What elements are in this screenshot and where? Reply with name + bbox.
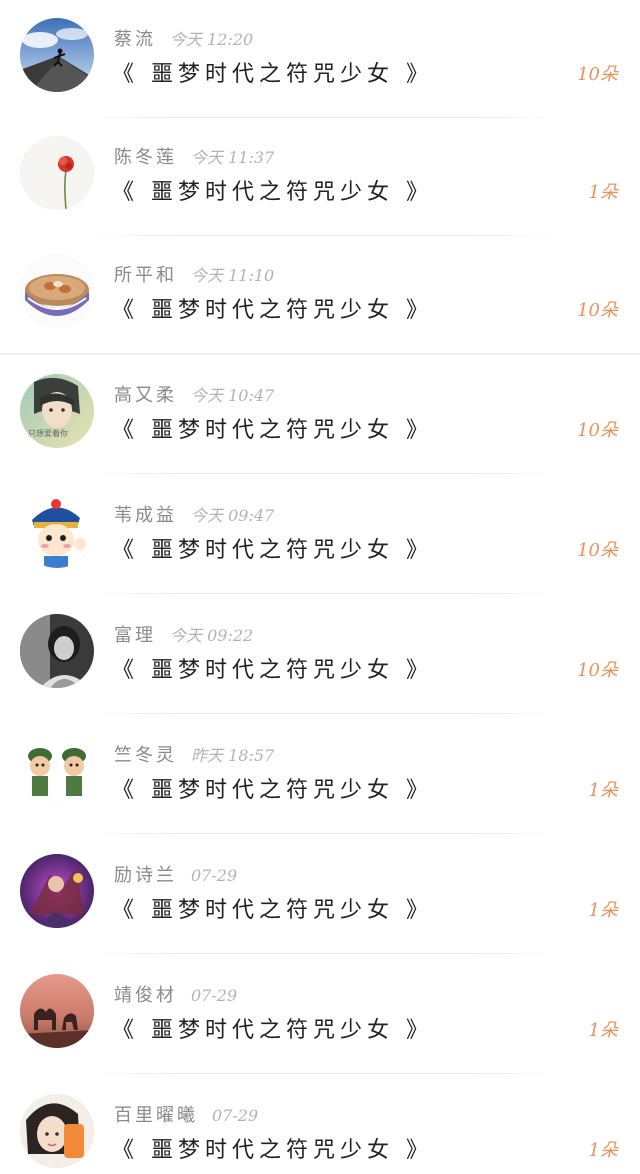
book-title[interactable]: 《 噩梦时代之符咒少女 》 <box>112 772 433 804</box>
book-title[interactable]: 《 噩梦时代之符咒少女 》 <box>112 1132 433 1164</box>
send-time: 今天 11:10 <box>191 266 275 285</box>
flower-count: 1朵 <box>588 1020 618 1041</box>
send-time: 今天 09:47 <box>191 506 275 525</box>
girl-selfie-avatar[interactable] <box>20 1094 94 1168</box>
book-title[interactable]: 《 噩梦时代之符咒少女 》 <box>112 174 433 206</box>
divider <box>88 593 558 594</box>
flower-count: 10朵 <box>577 660 618 681</box>
avatar-caption: 只想爱着你 <box>28 428 68 438</box>
send-time: 07-29 <box>191 866 238 885</box>
flower-count: 10朵 <box>577 420 618 441</box>
sender-name: 励诗兰 07-29 <box>114 861 237 887</box>
list-item[interactable]: 励诗兰 07-29 《 噩梦时代之符咒少女 》 1朵 <box>0 836 640 956</box>
gift-record-list: 蔡流 今天 12:20 《 噩梦时代之符咒少女 》 10朵 陈冬莲 今天 11:37… <box>0 0 640 1174</box>
book-title[interactable]: 《 噩梦时代之符咒少女 》 <box>112 892 433 924</box>
divider <box>88 713 558 714</box>
sender-name-text: 陈冬莲 <box>114 147 177 168</box>
book-title[interactable]: 《 噩梦时代之符咒少女 》 <box>112 652 433 684</box>
book-title[interactable]: 《 噩梦时代之符咒少女 》 <box>112 1012 433 1044</box>
sender-name-text: 所平和 <box>114 265 177 286</box>
flower-count: 1朵 <box>588 1140 618 1161</box>
flower-count: 10朵 <box>577 64 618 85</box>
send-time: 07-29 <box>191 986 238 1005</box>
flower-count: 10朵 <box>577 300 618 321</box>
list-item[interactable]: 所平和 今天 11:10 《 噩梦时代之符咒少女 》 10朵 <box>0 236 640 356</box>
list-item[interactable]: 靖俊材 07-29 《 噩梦时代之符咒少女 》 1朵 <box>0 956 640 1076</box>
bowl-avatar[interactable] <box>20 254 94 328</box>
divider <box>88 953 558 954</box>
sender-name-text: 高又柔 <box>114 385 177 406</box>
sender-name: 所平和 今天 11:10 <box>114 261 274 287</box>
sender-name-text: 竺冬灵 <box>114 745 177 766</box>
flower-count: 1朵 <box>588 780 618 801</box>
list-item[interactable]: 只想爱着你 高又柔 今天 10:47 《 噩梦时代之符咒少女 》 10朵 <box>0 356 640 476</box>
sender-name: 竺冬灵 昨天 18:57 <box>114 741 274 767</box>
send-time: 今天 11:37 <box>191 148 275 167</box>
sender-name: 蔡流 今天 12:20 <box>114 25 253 51</box>
flower-count: 1朵 <box>588 182 618 203</box>
sender-name: 苇成益 今天 09:47 <box>114 501 274 527</box>
send-time: 今天 10:47 <box>191 386 275 405</box>
sender-name: 陈冬莲 今天 11:37 <box>114 143 274 169</box>
list-item[interactable]: 竺冬灵 昨天 18:57 《 噩梦时代之符咒少女 》 1朵 <box>0 716 640 836</box>
book-title[interactable]: 《 噩梦时代之符咒少女 》 <box>112 532 433 564</box>
mountain-climber-avatar[interactable] <box>20 18 94 92</box>
cartoon-boy-avatar[interactable] <box>20 494 94 568</box>
book-title[interactable]: 《 噩梦时代之符咒少女 》 <box>112 412 433 444</box>
sender-name: 富理 今天 09:22 <box>114 621 253 647</box>
list-item[interactable]: 陈冬莲 今天 11:37 《 噩梦时代之符咒少女 》 1朵 <box>0 118 640 238</box>
soldier-dolls-avatar[interactable] <box>20 734 94 808</box>
divider <box>88 1073 558 1074</box>
book-title[interactable]: 《 噩梦时代之符咒少女 》 <box>112 292 433 324</box>
sender-name-text: 蔡流 <box>114 29 156 50</box>
list-item[interactable]: 蔡流 今天 12:20 《 噩梦时代之符咒少女 》 10朵 <box>0 0 640 120</box>
girl-photo-avatar[interactable]: 只想爱着你 <box>20 374 94 448</box>
send-time: 07-29 <box>212 1106 259 1125</box>
send-time: 今天 12:20 <box>170 30 254 49</box>
game-art-avatar[interactable] <box>20 854 94 928</box>
sender-name-text: 苇成益 <box>114 505 177 526</box>
list-item[interactable]: 苇成益 今天 09:47 《 噩梦时代之符咒少女 》 10朵 <box>0 476 640 596</box>
list-item[interactable]: 百里曜曦 07-29 《 噩梦时代之符咒少女 》 1朵 <box>0 1076 640 1174</box>
send-time: 昨天 18:57 <box>191 746 275 765</box>
sender-name: 靖俊材 07-29 <box>114 981 237 1007</box>
sender-name: 百里曜曦 07-29 <box>114 1101 258 1127</box>
bw-portrait-avatar[interactable] <box>20 614 94 688</box>
section-divider <box>0 353 640 355</box>
divider <box>88 833 558 834</box>
divider <box>88 473 558 474</box>
list-item[interactable]: 富理 今天 09:22 《 噩梦时代之符咒少女 》 10朵 <box>0 596 640 716</box>
send-time: 今天 09:22 <box>170 626 254 645</box>
flower-count: 10朵 <box>577 540 618 561</box>
sender-name-text: 靖俊材 <box>114 985 177 1006</box>
red-flower-avatar[interactable] <box>20 136 94 210</box>
book-title[interactable]: 《 噩梦时代之符咒少女 》 <box>112 56 433 88</box>
sender-name-text: 富理 <box>114 625 156 646</box>
sender-name-text: 百里曜曦 <box>114 1105 198 1126</box>
sunset-camel-avatar[interactable] <box>20 974 94 1048</box>
flower-count: 1朵 <box>588 900 618 921</box>
sender-name-text: 励诗兰 <box>114 865 177 886</box>
sender-name: 高又柔 今天 10:47 <box>114 381 274 407</box>
